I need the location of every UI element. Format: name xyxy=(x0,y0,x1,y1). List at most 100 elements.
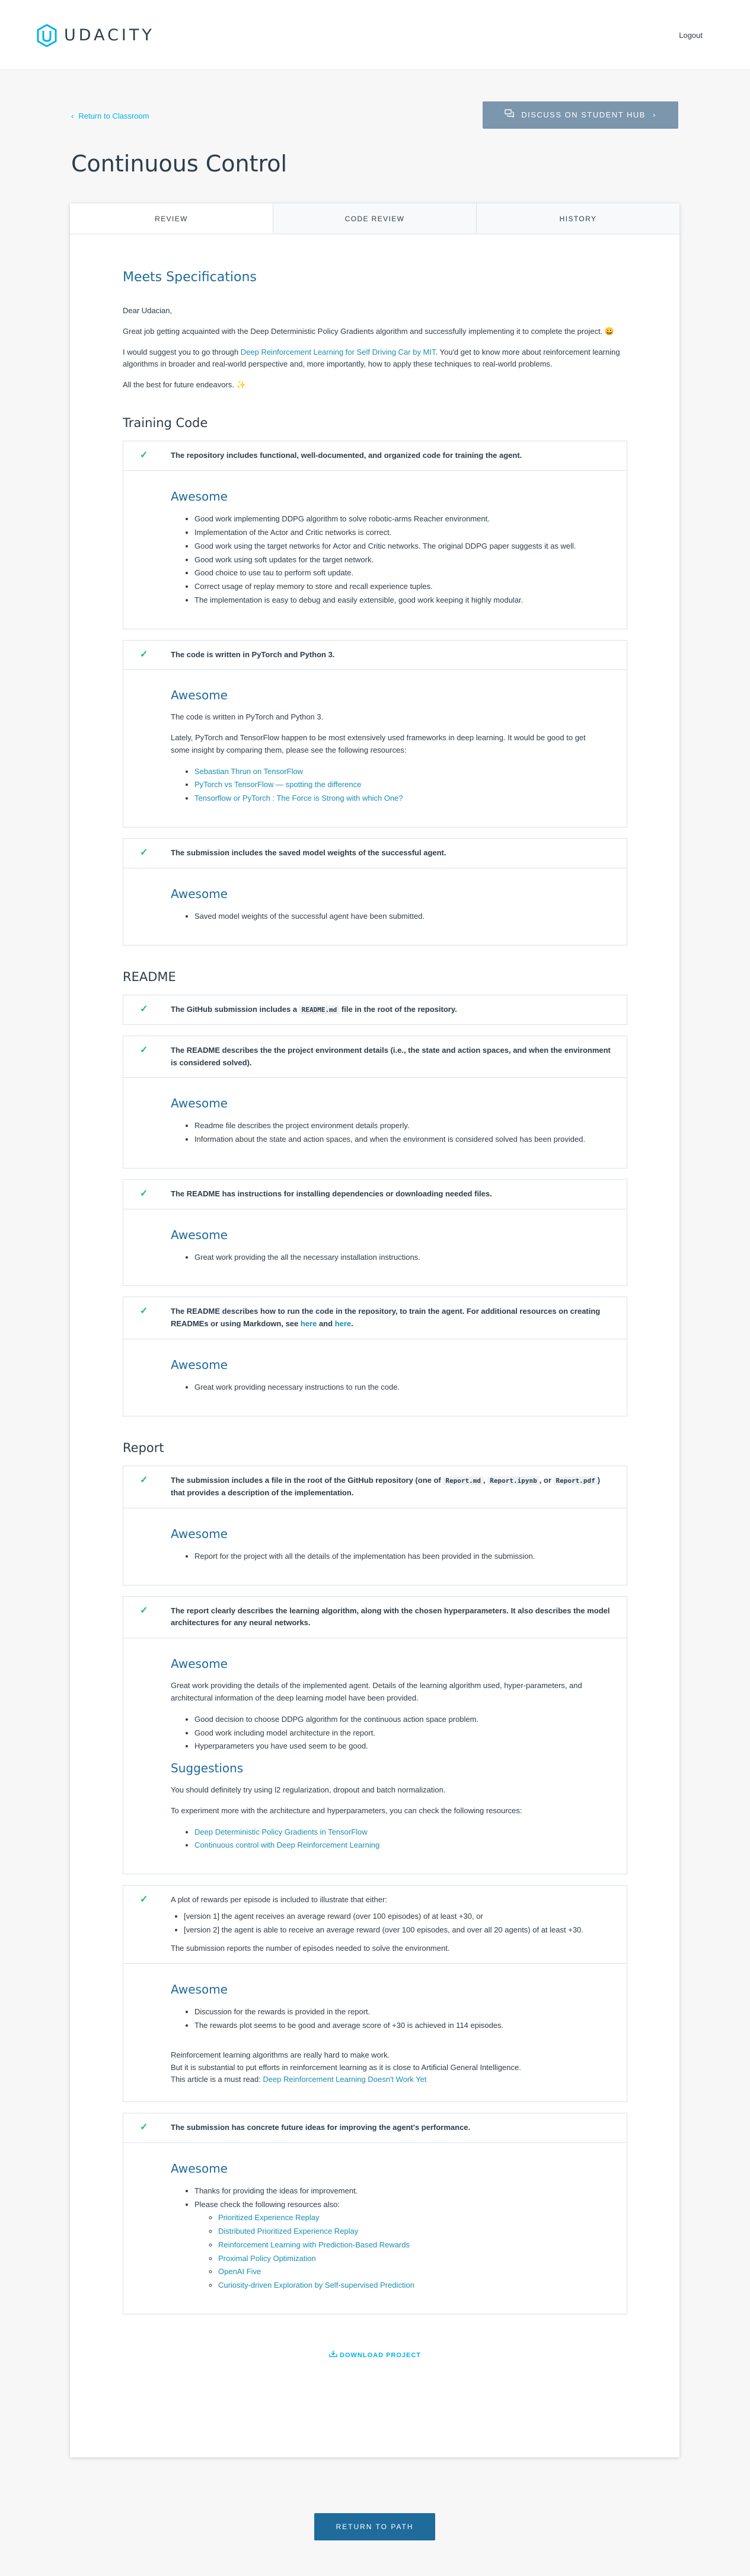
list-item: Good work using soft updates for the tar… xyxy=(194,553,591,567)
list-item: Continuous control with Deep Reinforceme… xyxy=(194,1839,591,1852)
list-item: Saved model weights of the successful ag… xyxy=(194,910,591,924)
rubric-item: ✓ The submission has concrete future ide… xyxy=(123,2113,627,2314)
list-item: Great work providing the all the necessa… xyxy=(194,1251,591,1265)
feedback-list: Thanks for providing the ideas for impro… xyxy=(171,2185,591,2292)
rubric-criteria-text: The README has instructions for installi… xyxy=(171,1189,492,1198)
suggestion-text: You should definitely try using l2 regul… xyxy=(171,1785,446,1795)
rubric-criteria: ✓ The submission includes the saved mode… xyxy=(123,839,627,868)
resource-link[interactable]: Curiosity-driven Exploration by Self-sup… xyxy=(218,2281,414,2290)
awesome-heading: Awesome xyxy=(171,1657,228,1671)
closing-text: All the best for future endeavors. ✨ xyxy=(123,380,246,390)
awesome-heading: Awesome xyxy=(171,1227,228,1242)
rubric-feedback: Awesome Discussion for the rewards is pr… xyxy=(123,1963,627,2101)
chevron-right-icon: › xyxy=(652,110,656,120)
awesome-heading: Awesome xyxy=(171,886,228,901)
logout-link[interactable]: Logout xyxy=(679,30,703,42)
feedback-list: Good decision to choose DDPG algorithm f… xyxy=(171,1713,591,1753)
rubric-criteria: ✓ The repository includes functional, we… xyxy=(123,441,627,470)
top-navigation-bar: UDACITY Logout xyxy=(0,0,750,70)
resource-link[interactable]: Prioritized Experience Replay xyxy=(218,2213,320,2222)
resource-link[interactable]: Deep Deterministic Policy Gradients in T… xyxy=(194,1827,368,1836)
rubric-criteria-text: The submission reports the number of epi… xyxy=(171,1944,450,1953)
feedback-text: The code is written in PyTorch and Pytho… xyxy=(171,712,324,722)
list-item: Great work providing necessary instructi… xyxy=(194,1381,591,1394)
check-icon: ✓ xyxy=(140,649,148,660)
list-item: Good decision to choose DDPG algorithm f… xyxy=(194,1713,591,1727)
resource-link[interactable]: OpenAI Five xyxy=(218,2267,261,2276)
resource-link[interactable]: Reinforcement Learning with Prediction-B… xyxy=(218,2240,410,2249)
logo-text: UDACITY xyxy=(64,26,155,44)
list-item: Deep Deterministic Policy Gradients in T… xyxy=(194,1826,591,1839)
list-item: Proximal Policy Optimization xyxy=(218,2252,591,2266)
list-item: [version 2] the agent is able to receive… xyxy=(184,1924,583,1937)
must-read-prefix: This article is a must read: xyxy=(171,2075,263,2084)
feedback-text: Reinforcement learning algorithms are re… xyxy=(171,2050,390,2059)
mit-self-driving-link[interactable]: Deep Reinforcement Learning for Self Dri… xyxy=(241,348,436,356)
review-content: Meets Specifications Dear Udacian, Great… xyxy=(70,234,679,2360)
list-item: The rewards plot seems to be good and av… xyxy=(194,2019,591,2033)
markdown-resources-link[interactable]: here xyxy=(335,1319,351,1328)
rubric-criteria: ✓ The submission has concrete future ide… xyxy=(123,2113,627,2142)
rubric-item: ✓ The README has instructions for instal… xyxy=(123,1179,627,1287)
download-project-link[interactable]: DOWNLOAD PROJECT xyxy=(123,2350,627,2361)
check-icon: ✓ xyxy=(140,1004,148,1015)
discuss-on-student-hub-button[interactable]: DISCUSS ON STUDENT HUB › xyxy=(483,101,678,129)
intro-text: Great job getting acquainted with the De… xyxy=(123,326,615,336)
list-item: The implementation is easy to debug and … xyxy=(194,594,591,607)
must-read-link[interactable]: Deep Reinforcement Learning Doesn't Work… xyxy=(263,2075,426,2084)
list-item: Sebastian Thrun on TensorFlow xyxy=(194,765,591,779)
feedback-list: Saved model weights of the successful ag… xyxy=(171,910,591,924)
return-to-classroom-link[interactable]: ‹ Return to Classroom xyxy=(71,110,149,122)
rubric-criteria-text: A plot of rewards per episode is include… xyxy=(171,1895,387,1905)
criteria-text-middle: and xyxy=(317,1319,335,1329)
rubric-criteria-text: The submission has concrete future ideas… xyxy=(171,2123,471,2132)
rubric-item: ✓ The README describes the the project e… xyxy=(123,1035,627,1168)
criteria-text-prefix: The GitHub submission includes a xyxy=(171,1005,299,1014)
feedback-list: Great work providing the all the necessa… xyxy=(171,1251,591,1265)
awesome-heading: Awesome xyxy=(171,688,228,703)
udacity-logo[interactable]: UDACITY xyxy=(37,24,155,48)
tab-code-review[interactable]: CODE REVIEW xyxy=(273,203,477,234)
rubric-feedback: Awesome The code is written in PyTorch a… xyxy=(123,669,627,827)
readme-resources-link[interactable]: here xyxy=(301,1319,317,1328)
list-item: Distributed Prioritized Experience Repla… xyxy=(218,2225,591,2239)
rubric-criteria: ✓ The code is written in PyTorch and Pyt… xyxy=(123,641,627,670)
rubric-feedback: Awesome Great work providing the details… xyxy=(123,1638,627,1874)
rubric-criteria: ✓ The README has instructions for instal… xyxy=(123,1180,627,1209)
list-item: Prioritized Experience Replay xyxy=(218,2211,591,2225)
list-item: Information about the state and action s… xyxy=(194,1133,591,1147)
list-item: Good work implementing DDPG algorithm to… xyxy=(194,512,591,526)
return-to-path-button[interactable]: RETURN TO PATH xyxy=(314,2513,435,2540)
section-title-training-code: Training Code xyxy=(123,415,208,430)
rubric-criteria-block: A plot of rewards per episode is include… xyxy=(171,1894,583,1955)
section-title-report: Report xyxy=(123,1440,164,1455)
resource-link[interactable]: Distributed Prioritized Experience Repla… xyxy=(218,2227,358,2236)
list-item: Discussion for the rewards is provided i… xyxy=(194,2005,591,2019)
check-icon: ✓ xyxy=(140,847,148,858)
resource-link[interactable]: Tensorflow or PyTorch : The Force is Str… xyxy=(194,794,403,803)
check-icon: ✓ xyxy=(140,1045,148,1055)
rubric-criteria-text: The submission includes the saved model … xyxy=(171,848,446,857)
feedback-text: But it is substantial to put efforts in … xyxy=(171,2062,521,2072)
feedback-list: Great work providing necessary instructi… xyxy=(171,1381,591,1394)
return-to-classroom-label: Return to Classroom xyxy=(78,112,149,120)
rubric-criteria: ✓ The report clearly describes the learn… xyxy=(123,1597,627,1638)
resource-link[interactable]: PyTorch vs TensorFlow — spotting the dif… xyxy=(194,780,361,789)
list-item: Please check the following resources als… xyxy=(194,2198,591,2292)
resource-link[interactable]: Continuous control with Deep Reinforceme… xyxy=(194,1841,379,1849)
list-item: Good choice to use tau to perform soft u… xyxy=(194,566,591,580)
rubric-item: ✓ A plot of rewards per episode is inclu… xyxy=(123,1885,627,2103)
resource-link[interactable]: Proximal Policy Optimization xyxy=(218,2254,316,2263)
feedback-list: Readme file describes the project enviro… xyxy=(171,1119,591,1147)
tab-history[interactable]: HISTORY xyxy=(477,203,679,234)
rubric-item: ✓ The report clearly describes the learn… xyxy=(123,1596,627,1875)
rubric-feedback: Awesome Thanks for providing the ideas f… xyxy=(123,2142,627,2314)
section-title-readme: README xyxy=(123,969,176,984)
resource-link[interactable]: Sebastian Thrun on TensorFlow xyxy=(194,767,303,776)
rubric-feedback: Awesome Report for the project with all … xyxy=(123,1507,627,1585)
awesome-heading: Awesome xyxy=(171,1358,228,1373)
feedback-list: Report for the project with all the deta… xyxy=(171,1550,591,1564)
rubric-item: ✓ The code is written in PyTorch and Pyt… xyxy=(123,639,627,827)
list-item: [version 1] the agent receives an averag… xyxy=(184,1910,583,1924)
tab-review[interactable]: REVIEW xyxy=(70,203,273,234)
